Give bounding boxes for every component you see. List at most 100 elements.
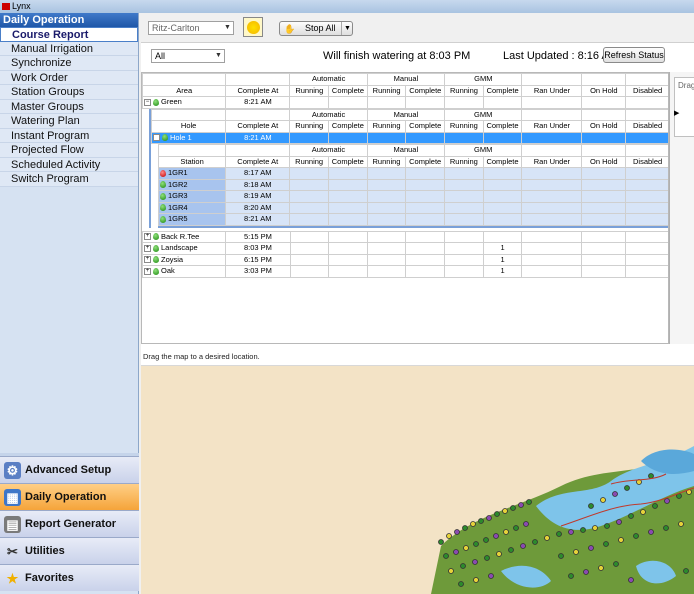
table-row[interactable]: + Landscape 8:03 PM 1: [142, 242, 668, 255]
water-drop-red-icon: [160, 169, 166, 177]
manual-group-header: Manual: [366, 108, 446, 121]
column-header-running[interactable]: Running: [289, 155, 329, 168]
course-report-grid: Automatic Manual GMM Area Complete At Ru…: [141, 72, 669, 344]
nav-utilities-button[interactable]: ✂ Utilities: [0, 537, 139, 564]
column-header-running[interactable]: Running: [289, 84, 330, 97]
water-drop-icon: [153, 267, 159, 275]
automatic-group-header: Automatic: [289, 144, 368, 157]
watering-status-text: Will finish watering at 8:03 PM: [323, 50, 471, 62]
water-drop-icon: [160, 192, 166, 200]
column-header-disabled[interactable]: Disabled: [625, 120, 668, 133]
sidebar-item-course-report[interactable]: Course Report: [0, 27, 138, 42]
expand-icon[interactable]: +: [144, 267, 151, 275]
course-map[interactable]: Drag the map to a desired location.: [141, 350, 694, 594]
column-header-on-hold[interactable]: On Hold: [581, 120, 627, 133]
station-row[interactable]: 1GR3 8:19 AM: [157, 190, 668, 203]
course-map-canvas[interactable]: [141, 366, 694, 594]
sidebar-item-scheduled-activity[interactable]: Scheduled Activity: [0, 158, 138, 172]
nav-label: Report Generator: [25, 518, 117, 530]
table-row[interactable]: + Zoysia 6:15 PM 1: [142, 253, 668, 266]
column-header-complete-at[interactable]: Complete At: [225, 120, 291, 133]
column-header-complete[interactable]: Complete: [405, 120, 446, 133]
table-row-selected[interactable]: − Hole 1 8:21 AM: [150, 131, 668, 144]
column-header-running[interactable]: Running: [444, 84, 484, 97]
station-row[interactable]: 1GR5 8:21 AM: [157, 213, 668, 226]
column-header-disabled[interactable]: Disabled: [625, 155, 668, 168]
gears-icon: ⚙: [4, 462, 21, 479]
complete-at-cell: 8:18 AM: [225, 178, 291, 191]
stop-all-button[interactable]: ✋ Stop All ▼: [279, 21, 353, 36]
complete-at-cell: 5:15 PM: [225, 230, 291, 243]
column-header-running[interactable]: Running: [444, 155, 484, 168]
column-header-complete[interactable]: Complete: [482, 84, 523, 97]
water-drop-icon: [162, 134, 168, 142]
column-header-complete[interactable]: Complete: [328, 84, 368, 97]
refresh-status-button[interactable]: Refresh Status: [603, 47, 665, 63]
column-header-ran-under[interactable]: Ran Under: [521, 155, 583, 168]
nav-report-generator-button[interactable]: ▤ Report Generator: [0, 510, 139, 537]
column-header-running[interactable]: Running: [366, 84, 407, 97]
column-header-on-hold[interactable]: On Hold: [581, 84, 627, 97]
expand-icon[interactable]: +: [144, 244, 151, 252]
column-header-complete-at[interactable]: Complete At: [225, 84, 291, 97]
column-header-running[interactable]: Running: [366, 155, 407, 168]
sidebar-item-switch-program[interactable]: Switch Program: [0, 172, 138, 187]
arrow-right-icon[interactable]: ▶: [674, 109, 679, 117]
complete-at-cell: 8:03 PM: [225, 242, 291, 255]
star-icon: ★: [6, 571, 19, 586]
sidebar-item-manual-irrigation[interactable]: Manual Irrigation: [0, 42, 138, 56]
table-row[interactable]: − Green 8:21 AM: [142, 96, 668, 109]
column-header-complete-at[interactable]: Complete At: [225, 155, 291, 168]
station-row[interactable]: 1GR2 8:18 AM: [157, 178, 668, 191]
drag-panel[interactable]: Drag: [674, 77, 694, 137]
water-drop-icon: [153, 256, 159, 264]
water-drop-icon: [160, 181, 166, 189]
expand-icon[interactable]: +: [144, 256, 151, 264]
column-header-hole[interactable]: Hole: [150, 120, 227, 133]
column-header-station[interactable]: Station: [157, 155, 227, 168]
sidebar-item-watering-plan[interactable]: Watering Plan: [0, 114, 138, 129]
area-name: Zoysia: [161, 254, 184, 264]
column-header-area[interactable]: Area: [142, 84, 227, 97]
sidebar-item-synchronize[interactable]: Synchronize: [0, 56, 138, 71]
column-header-running[interactable]: Running: [444, 120, 484, 133]
column-header-complete[interactable]: Complete: [482, 155, 523, 168]
collapse-icon[interactable]: −: [144, 98, 151, 106]
filter-combo[interactable]: All ▼: [151, 49, 225, 63]
window-titlebar: Lynx: [0, 0, 694, 13]
nav-daily-operation-button[interactable]: ▦ Daily Operation: [0, 483, 139, 510]
sidebar-item-projected-flow[interactable]: Projected Flow: [0, 143, 138, 158]
column-header-complete[interactable]: Complete: [328, 120, 368, 133]
complete-at-cell: 6:15 PM: [225, 253, 291, 266]
expand-icon[interactable]: +: [144, 233, 151, 241]
hole-table: Automatic Manual GMM Hole Complete At Ru…: [150, 108, 668, 145]
weather-sun-button[interactable]: [243, 17, 263, 37]
column-header-running[interactable]: Running: [289, 120, 330, 133]
nav-label: Daily Operation: [25, 491, 107, 503]
station-row[interactable]: 1GR4 8:20 AM: [157, 201, 668, 214]
column-header-disabled[interactable]: Disabled: [625, 84, 668, 97]
station-row[interactable]: 1GR1 8:17 AM: [157, 167, 668, 180]
column-header-complete[interactable]: Complete: [405, 155, 446, 168]
station-name: 1GR1: [168, 168, 188, 178]
sidebar-item-master-groups[interactable]: Master Groups: [0, 100, 138, 114]
column-header-on-hold[interactable]: On Hold: [581, 155, 627, 168]
sidebar-item-work-order[interactable]: Work Order: [0, 71, 138, 85]
column-header-ran-under[interactable]: Ran Under: [521, 120, 583, 133]
table-row[interactable]: + Back R.Tee 5:15 PM: [142, 230, 668, 243]
site-combo[interactable]: Ritz-Carlton ▼: [148, 21, 234, 35]
sidebar-item-station-groups[interactable]: Station Groups: [0, 85, 138, 100]
complete-at-cell: 3:03 PM: [225, 265, 291, 278]
nav-advanced-setup-button[interactable]: ⚙ Advanced Setup: [0, 456, 139, 483]
column-header-complete[interactable]: Complete: [327, 155, 368, 168]
table-row[interactable]: + Oak 3:03 PM 1: [142, 265, 668, 278]
sidebar-item-instant-program[interactable]: Instant Program: [0, 129, 138, 143]
column-header-complete[interactable]: Complete: [482, 120, 523, 133]
gmm-group-header: GMM: [444, 108, 523, 121]
column-header-ran-under[interactable]: Ran Under: [521, 84, 583, 97]
nav-favorites-button[interactable]: ★ Favorites: [0, 564, 139, 591]
chevron-down-icon[interactable]: ▼: [344, 22, 351, 35]
column-header-running[interactable]: Running: [366, 120, 407, 133]
collapse-icon[interactable]: −: [153, 134, 160, 142]
column-header-complete[interactable]: Complete: [405, 84, 446, 97]
